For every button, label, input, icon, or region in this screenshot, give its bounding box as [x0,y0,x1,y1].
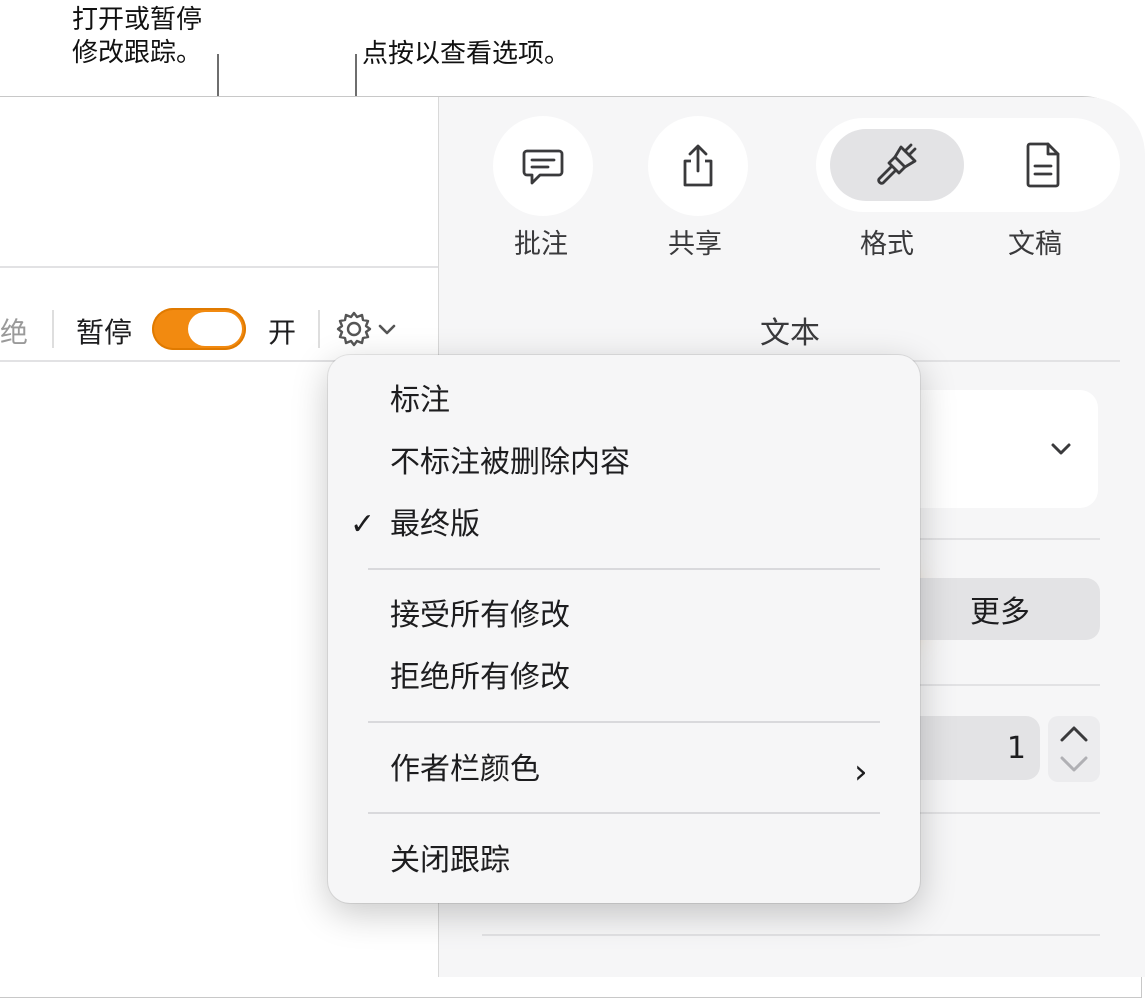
panel-divider-4 [482,934,1100,936]
comment-button[interactable] [493,116,593,216]
menu-separator [368,568,880,570]
toolbar-separator [52,310,54,348]
comment-label: 批注 [514,229,568,260]
menu-item-author-color[interactable]: 作者栏颜色 [390,750,540,790]
menu-separator [368,721,880,723]
number-field[interactable]: 1 [900,716,1040,780]
document-button[interactable] [1008,129,1080,201]
on-label: 开 [268,316,297,349]
share-icon [683,144,713,187]
toolbar-separator-2 [318,310,320,348]
track-options-button[interactable] [334,308,406,350]
number-stepper[interactable] [1048,716,1100,782]
reject-partial-label[interactable]: 绝 [0,311,28,351]
more-button[interactable]: 更多 [900,578,1100,640]
gear-icon [336,311,372,347]
chevron-down-icon [378,324,396,335]
share-label: 共享 [668,229,722,260]
document-label: 文稿 [1008,229,1062,260]
checkmark-icon: ✓ [350,507,376,542]
track-changes-menu: 标注 不标注被删除内容 ✓ 最终版 接受所有修改 拒绝所有修改 作者栏颜色 › … [328,355,920,903]
format-button[interactable] [830,129,964,201]
paragraph-style-popup[interactable] [900,390,1098,508]
panel-divider-3 [900,812,1100,814]
panel-title: 文本 [760,316,820,351]
toolbar-top-divider [0,266,438,268]
document-icon [1026,142,1060,188]
comment-icon [522,149,564,185]
format-label: 格式 [860,229,914,260]
menu-item-reject-all[interactable]: 拒绝所有修改 [390,658,570,698]
menu-item-final[interactable]: 最终版 [390,505,480,545]
menu-item-markup-without-deletions[interactable]: 不标注被删除内容 [390,443,630,483]
paintbrush-icon [877,143,917,185]
chevron-down-icon [1051,443,1071,455]
track-changes-toggle[interactable] [152,308,246,350]
toggle-callout-text: 打开或暂停 修改跟踪。 [72,5,203,68]
share-button[interactable] [648,116,748,216]
stepper-arrows-icon [1060,726,1088,772]
pause-label: 暂停 [76,316,133,349]
menu-separator [368,812,880,814]
menu-item-accept-all[interactable]: 接受所有修改 [390,596,570,636]
menu-item-markup[interactable]: 标注 [390,381,450,421]
menu-item-turn-off-tracking[interactable]: 关闭跟踪 [390,841,510,881]
gear-callout-text: 点按以查看选项。 [362,39,571,69]
panel-divider-2 [900,684,1100,686]
view-segment-control [816,118,1120,212]
toggle-knob [188,312,242,346]
panel-divider-1 [900,538,1100,540]
chevron-right-icon: › [854,752,868,792]
